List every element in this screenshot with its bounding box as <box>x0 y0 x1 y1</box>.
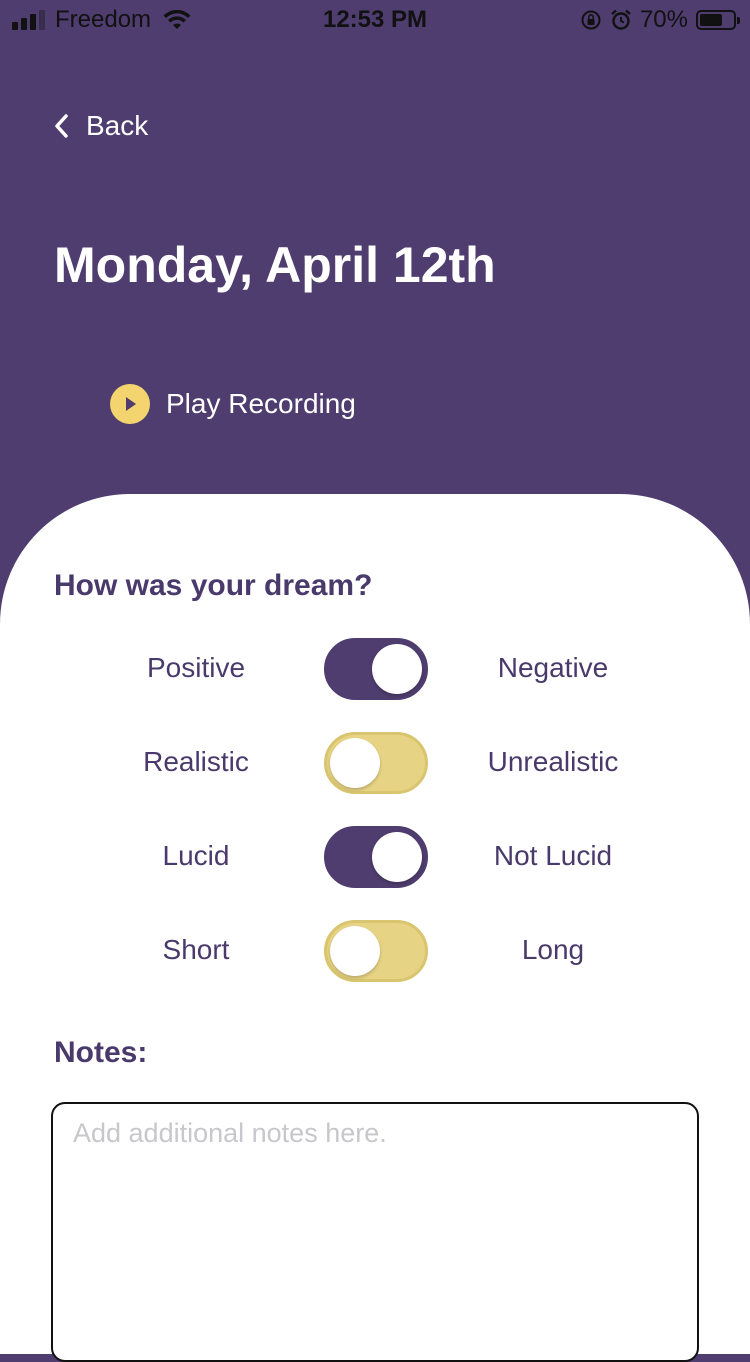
toggle-left-label: Lucid <box>162 840 230 871</box>
toggle-left-label: Short <box>162 934 230 965</box>
play-recording-label: Play Recording <box>166 388 356 419</box>
alarm-icon <box>611 9 631 30</box>
chevron-left-icon <box>55 114 68 138</box>
toggle-switch[interactable] <box>324 638 428 700</box>
toggle-right-label: Not Lucid <box>493 840 613 871</box>
toggle-row-lucid-not-lucid: Lucid Not Lucid <box>0 826 750 890</box>
toggle-row-realistic-unrealistic: Realistic Unrealistic <box>0 732 750 796</box>
toggle-right-label: Long <box>521 934 585 965</box>
status-right: 70% <box>580 6 740 34</box>
toggle-switch[interactable] <box>324 732 428 794</box>
battery-fill <box>700 14 722 26</box>
toggle-right-label: Unrealistic <box>487 746 619 777</box>
back-button[interactable]: Back <box>52 110 148 142</box>
toggle-switch[interactable] <box>324 920 428 982</box>
play-recording-button[interactable]: Play Recording <box>110 384 356 424</box>
play-icon <box>110 384 150 424</box>
toggle-row-short-long: Short Long <box>0 920 750 984</box>
toggle-knob <box>330 926 380 976</box>
back-label: Back <box>86 110 149 141</box>
battery-icon <box>696 10 740 30</box>
notes-title: Notes: <box>54 1036 148 1069</box>
toggle-left-label: Positive <box>146 652 246 683</box>
toggle-knob <box>372 832 422 882</box>
status-bar: Freedom 12:53 PM 70% <box>0 0 750 40</box>
toggle-row-positive-negative: Positive Negative <box>0 638 750 702</box>
dream-question-title: How was your dream? <box>54 569 373 602</box>
toggle-switch[interactable] <box>324 826 428 888</box>
notes-input[interactable] <box>51 1102 699 1362</box>
page-title: Monday, April 12th <box>54 237 496 293</box>
orientation-lock-icon <box>581 10 601 30</box>
toggle-right-label: Negative <box>497 652 609 683</box>
battery-percent: 70% <box>639 6 688 33</box>
toggle-knob <box>330 738 380 788</box>
toggle-left-label: Realistic <box>143 746 249 777</box>
toggle-knob <box>372 644 422 694</box>
